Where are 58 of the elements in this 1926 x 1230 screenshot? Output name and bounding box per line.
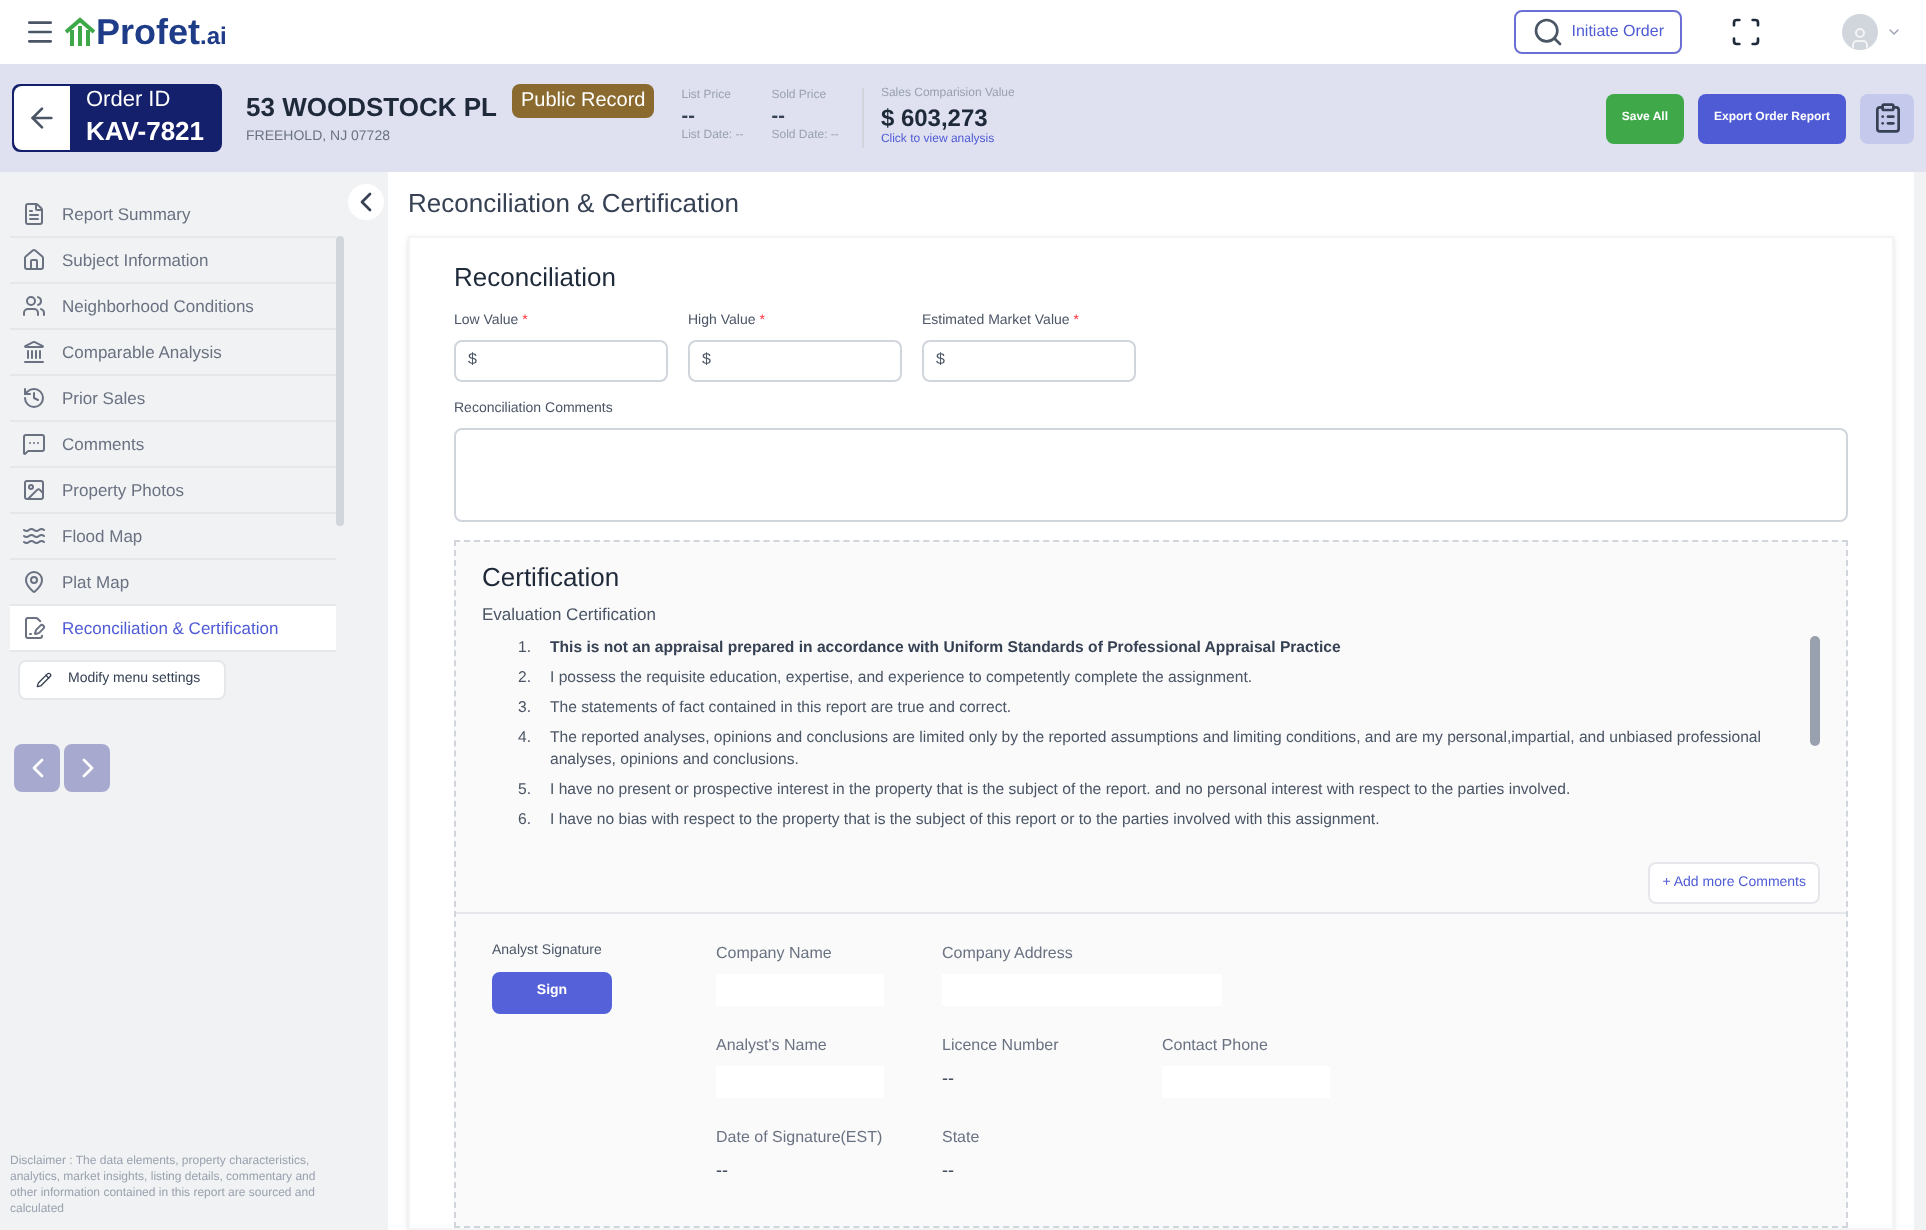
field-label: Licence Number xyxy=(942,1034,1061,1059)
field-label: Date of Signature(EST) xyxy=(716,1126,885,1151)
previous-button[interactable] xyxy=(14,744,60,792)
property-address: 53 WOODSTOCK PL xyxy=(246,90,497,126)
price-value: -- xyxy=(771,105,787,129)
sidebar-item[interactable]: Subject Information xyxy=(10,238,336,284)
field-label: Company Address xyxy=(942,942,1075,967)
sidebar-item[interactable]: Reconciliation & Certification xyxy=(10,606,336,652)
next-button[interactable] xyxy=(64,744,110,792)
page-title: Reconciliation & Certification xyxy=(408,186,741,222)
pin-icon xyxy=(22,570,46,594)
logo-icon xyxy=(64,16,96,48)
subheading: Evaluation Certification xyxy=(482,601,658,627)
comments-field[interactable] xyxy=(454,428,1848,522)
avatar[interactable] xyxy=(1842,14,1878,50)
field-value: -- xyxy=(716,1158,730,1185)
value-field[interactable]: $ xyxy=(688,339,902,381)
search-icon xyxy=(1531,16,1564,48)
scrollbar[interactable] xyxy=(1810,636,1820,747)
initiate-order-button[interactable]: Initiate Order xyxy=(1513,10,1682,54)
pencil-icon xyxy=(36,672,52,688)
scrollbar[interactable] xyxy=(336,236,344,526)
back-icon[interactable] xyxy=(26,102,58,134)
section-heading: Certification xyxy=(482,560,622,596)
value-field[interactable]: $ xyxy=(454,339,668,381)
report-icon-button[interactable] xyxy=(1860,93,1914,143)
bank-icon xyxy=(22,340,46,364)
logo-text: Profet.ai xyxy=(96,9,227,55)
chat-icon xyxy=(22,432,46,456)
value-field[interactable]: $ xyxy=(922,339,1136,381)
sidebar-item[interactable]: Report Summary xyxy=(10,192,336,238)
document-icon xyxy=(22,202,46,226)
comparison-value: $ 603,273 xyxy=(880,103,990,133)
image-icon xyxy=(22,478,46,502)
clipboard-icon xyxy=(1871,102,1903,134)
signed-document-icon xyxy=(22,616,46,640)
field-label: Analyst's Name xyxy=(716,1034,829,1059)
field-label: State xyxy=(942,1126,982,1151)
field-value: -- xyxy=(942,1066,956,1093)
people-icon xyxy=(22,294,46,318)
price-value: -- xyxy=(681,105,697,129)
section-heading: Reconciliation xyxy=(454,259,618,295)
field-label: Company Name xyxy=(716,942,834,967)
history-icon xyxy=(22,386,46,410)
field-value: -- xyxy=(942,1158,956,1185)
sidebar-item[interactable]: Flood Map xyxy=(10,514,336,560)
collapse-sidebar-button[interactable] xyxy=(348,184,384,220)
waves-icon xyxy=(22,524,46,548)
sidebar-item[interactable]: Property Photos xyxy=(10,468,336,514)
fullscreen-icon[interactable] xyxy=(1730,16,1762,48)
order-id: KAV-7821 xyxy=(86,115,205,148)
house-icon xyxy=(22,248,46,272)
field-label: Contact Phone xyxy=(1162,1034,1270,1059)
public-record-badge: Public Record xyxy=(512,84,654,118)
order-id-label: Order ID xyxy=(86,88,173,116)
caret-icon[interactable] xyxy=(1886,24,1902,40)
menu-icon[interactable] xyxy=(24,16,56,48)
person-icon xyxy=(1848,26,1872,50)
